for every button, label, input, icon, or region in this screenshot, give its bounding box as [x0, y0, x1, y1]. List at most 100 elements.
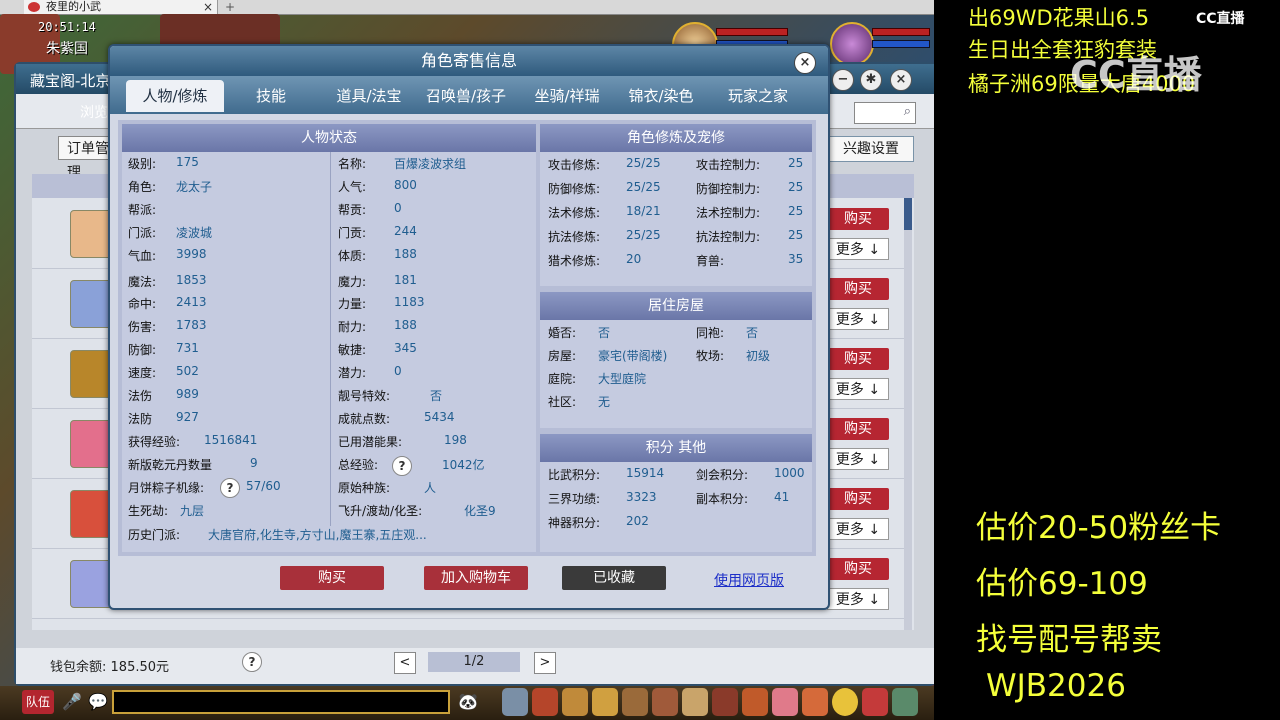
pet-hp-bar — [872, 28, 930, 36]
buy-button[interactable]: 购买 — [827, 208, 889, 230]
interest-settings-button[interactable]: 兴趣设置 — [828, 136, 914, 162]
smile-icon[interactable] — [832, 688, 858, 716]
prev-page-button[interactable]: < — [394, 652, 416, 674]
skill-icon[interactable] — [742, 688, 768, 716]
search-icon[interactable]: ⌕ — [904, 104, 911, 119]
tab-outfits[interactable]: 锦衣/染色 — [616, 80, 706, 112]
status-label: 级别: — [128, 157, 157, 171]
status-value: 0 — [394, 364, 402, 378]
store-search-input[interactable]: ⌕ — [854, 102, 916, 124]
pet-mp-bar — [872, 40, 930, 48]
tab-skills[interactable]: 技能 — [236, 80, 306, 112]
status-value: 1183 — [394, 295, 425, 309]
status-value: 3998 — [176, 247, 207, 261]
next-page-button[interactable]: > — [534, 652, 556, 674]
status-value: 731 — [176, 341, 199, 355]
field-value: 20 — [626, 252, 642, 266]
dialog-close-icon[interactable]: × — [794, 52, 816, 74]
pet-icon[interactable] — [652, 688, 678, 716]
status-label: 总经验: — [338, 458, 379, 472]
field-label: 育兽: — [696, 254, 725, 268]
field-label: 剑会积分: — [696, 468, 749, 482]
more-button[interactable]: 更多 ↓ — [827, 378, 889, 400]
list-scrollbar[interactable] — [904, 198, 912, 630]
tab-mounts[interactable]: 坐骑/祥瑞 — [520, 80, 614, 112]
status-label: 已用潜能果: — [338, 435, 403, 449]
field-value: 41 — [774, 490, 790, 504]
more-button[interactable]: 更多 ↓ — [827, 308, 889, 330]
system-icon[interactable] — [892, 688, 918, 716]
status-label: 速度: — [128, 366, 157, 380]
collected-button[interactable]: 已收藏 — [562, 566, 666, 590]
give-icon[interactable] — [562, 688, 588, 716]
browser-tab[interactable]: 夜里的小武 — [24, 0, 218, 14]
more-button[interactable]: 更多 ↓ — [827, 518, 889, 540]
wallet-balance: 钱包余额: 185.50元 — [50, 656, 169, 675]
guild-icon[interactable] — [712, 688, 738, 716]
pet-portrait[interactable] — [830, 22, 874, 66]
settings-gear-icon[interactable]: ✱ — [860, 69, 882, 91]
chat-input[interactable] — [112, 690, 450, 714]
field-label: 攻击控制力: — [696, 158, 761, 172]
tab-items[interactable]: 道具/法宝 — [324, 80, 414, 112]
more-button[interactable]: 更多 ↓ — [827, 448, 889, 470]
field-label: 社区: — [548, 395, 577, 409]
cultivation-header: 角色修炼及宠修 — [540, 124, 812, 152]
field-value: 202 — [626, 514, 649, 528]
more-button[interactable]: 更多 ↓ — [827, 238, 889, 260]
more-button[interactable]: 更多 ↓ — [827, 588, 889, 610]
buy-button[interactable]: 购买 — [827, 418, 889, 440]
buy-button[interactable]: 购买 — [827, 278, 889, 300]
field-value: 否 — [746, 326, 759, 340]
status-label: 门贡: — [338, 226, 367, 240]
microphone-icon[interactable]: 🎤 — [62, 692, 82, 711]
field-label: 神器积分: — [548, 516, 601, 530]
buy-button[interactable]: 购买 — [827, 488, 889, 510]
cc-live-logo: CC直播 — [1196, 11, 1245, 27]
buy-button[interactable]: 购买 — [280, 566, 384, 590]
status-label: 原始种族: — [338, 481, 391, 495]
attack-icon[interactable] — [502, 688, 528, 716]
tab-summons[interactable]: 召唤兽/孩子 — [414, 80, 518, 112]
add-to-cart-button[interactable]: 加入购物车 — [424, 566, 528, 590]
service-text: 找号配号帮卖 — [976, 622, 1162, 658]
status-label: 角色: — [128, 180, 157, 194]
tab-player-home[interactable]: 玩家之家 — [716, 80, 800, 112]
team-button[interactable]: 队伍 — [22, 690, 54, 714]
points-header: 积分 其他 — [540, 434, 812, 462]
status-header: 人物状态 — [122, 124, 536, 152]
status-label: 体质: — [338, 249, 367, 263]
field-label: 三界功绩: — [548, 492, 601, 506]
field-value: 3323 — [626, 490, 657, 504]
status-value: 198 — [444, 433, 467, 447]
field-value: 25/25 — [626, 180, 661, 194]
team-icon[interactable] — [622, 688, 648, 716]
buy-button[interactable]: 购买 — [827, 558, 889, 580]
minimize-icon[interactable]: − — [832, 69, 854, 91]
tab-character[interactable]: 人物/修炼 — [126, 80, 224, 112]
trade-icon[interactable] — [592, 688, 618, 716]
emote-icon[interactable]: 🐼 — [458, 692, 478, 711]
help-icon[interactable]: ? — [242, 652, 262, 672]
browse-tab[interactable]: 浏览 — [80, 102, 108, 122]
status-divider — [330, 152, 331, 526]
new-tab-icon[interactable]: + — [225, 0, 235, 14]
bag-icon[interactable] — [532, 688, 558, 716]
close-tab-icon[interactable]: × — [203, 0, 213, 14]
field-value: 25 — [788, 204, 804, 218]
house-header: 居住房屋 — [540, 292, 812, 320]
store-icon[interactable] — [862, 688, 888, 716]
event-icon[interactable] — [802, 688, 828, 716]
game-clock: 20:51:14 — [38, 20, 96, 34]
help-icon[interactable]: ? — [392, 456, 412, 476]
friend-icon[interactable] — [772, 688, 798, 716]
role-sale-dialog: 角色寄售信息 × 人物/修炼 技能 道具/法宝 召唤兽/孩子 坐骑/祥瑞 锦衣/… — [108, 44, 830, 610]
buy-button[interactable]: 购买 — [827, 348, 889, 370]
help-icon[interactable]: ? — [220, 478, 240, 498]
status-label: 气血: — [128, 249, 157, 263]
chat-bubble-icon[interactable]: 💬 — [88, 692, 108, 711]
use-web-version-link[interactable]: 使用网页版 — [714, 570, 784, 590]
quest-icon[interactable] — [682, 688, 708, 716]
history-sect-label: 历史门派: — [128, 528, 181, 542]
store-close-icon[interactable]: × — [890, 69, 912, 91]
